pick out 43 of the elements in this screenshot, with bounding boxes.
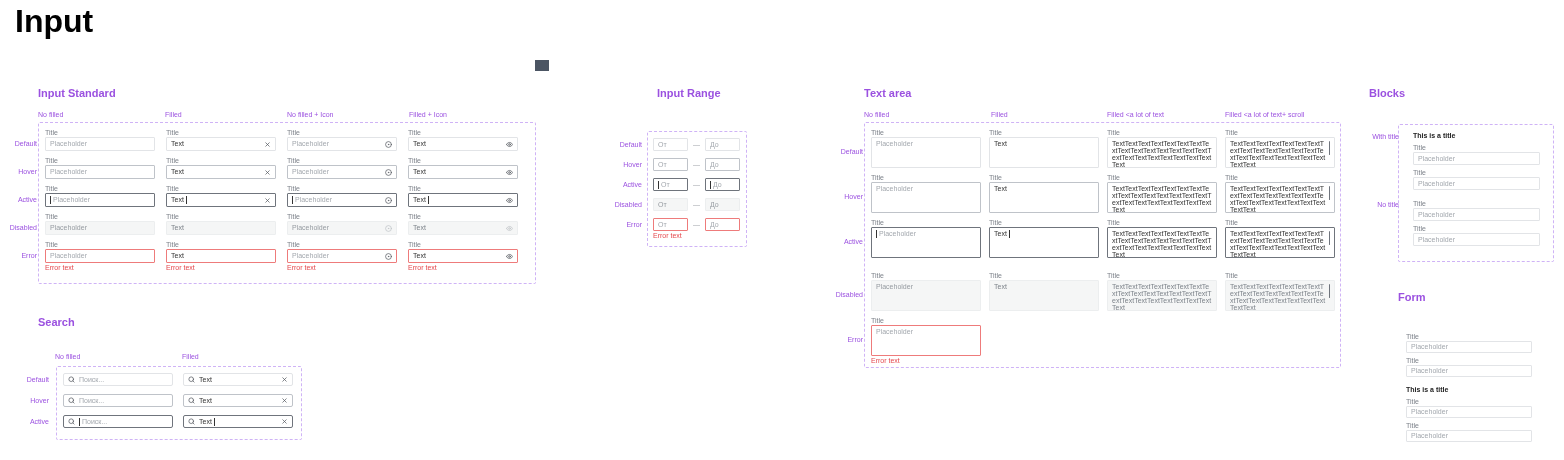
scrollbar[interactable] (1328, 141, 1330, 155)
section-title: Blocks (1369, 86, 1407, 100)
close-icon[interactable] (281, 397, 288, 404)
text-cursor-icon (185, 196, 187, 204)
close-icon[interactable] (281, 376, 288, 383)
section-title: Input Standard (38, 86, 117, 100)
eye-icon[interactable] (506, 140, 513, 148)
text-cursor-icon (876, 230, 877, 238)
search-icon (68, 397, 75, 404)
scrollbar[interactable] (1328, 284, 1330, 298)
circle-dot-icon[interactable] (385, 224, 392, 232)
section-title: Search (38, 315, 76, 329)
circle-dot-icon[interactable] (385, 196, 392, 204)
text-cursor-icon (658, 180, 659, 189)
page-title: Input (15, 2, 94, 41)
close-icon[interactable] (264, 168, 271, 176)
section-title: Input Range (657, 86, 722, 100)
scrollbar[interactable] (1328, 186, 1330, 200)
text-cursor-icon (50, 196, 51, 204)
text-cursor-icon (427, 196, 429, 204)
eye-icon[interactable] (506, 168, 513, 176)
eye-icon[interactable] (506, 252, 513, 260)
eye-icon[interactable] (506, 196, 513, 204)
section-title: Text area (864, 86, 913, 100)
text-cursor-icon (1008, 230, 1010, 238)
close-icon[interactable] (264, 196, 271, 204)
circle-dot-icon[interactable] (385, 252, 392, 260)
text-cursor-icon (292, 196, 293, 204)
text-cursor-icon (710, 180, 711, 189)
text-cursor-icon (213, 417, 215, 426)
search-icon (188, 418, 195, 425)
scrollbar[interactable] (1328, 231, 1330, 245)
section-title: Form (1398, 290, 1427, 304)
search-icon (68, 376, 75, 383)
close-icon[interactable] (264, 140, 271, 148)
color-swatch (535, 60, 549, 71)
search-icon (68, 418, 75, 425)
search-icon (188, 397, 195, 404)
search-icon (188, 376, 195, 383)
close-icon[interactable] (281, 418, 288, 425)
circle-dot-icon[interactable] (385, 140, 392, 148)
text-cursor-icon (79, 417, 80, 426)
circle-dot-icon[interactable] (385, 168, 392, 176)
